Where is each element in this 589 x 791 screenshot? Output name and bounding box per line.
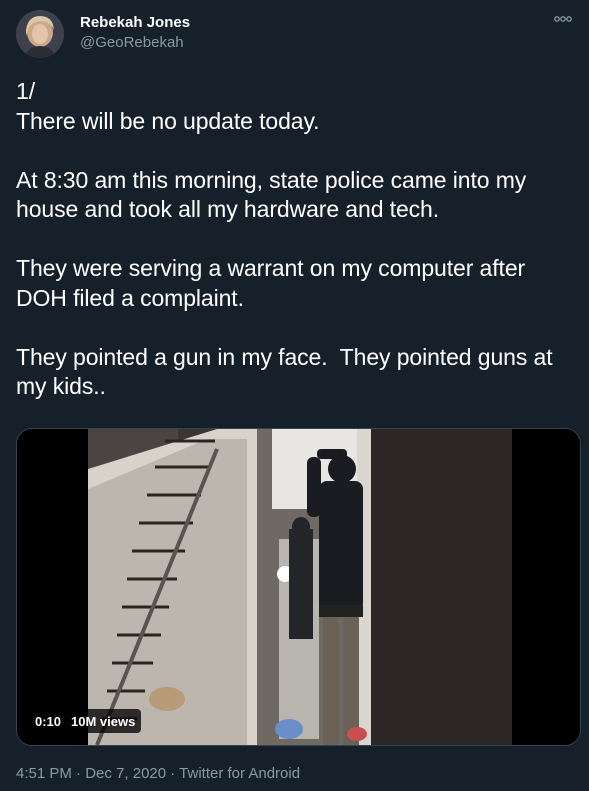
video-views: 10M views	[71, 713, 136, 729]
tweet-date[interactable]: Dec 7, 2020	[85, 765, 166, 782]
tweet-source[interactable]: Twitter for Android	[179, 765, 300, 782]
more-options-icon[interactable]	[553, 12, 573, 26]
video-player[interactable]: 0:10 10M views	[16, 428, 581, 746]
author-handle[interactable]: @GeoRebekah	[80, 33, 190, 53]
video-info-badge: 0:10 10M views	[29, 709, 142, 733]
avatar-photo	[16, 10, 64, 58]
tweet-text: 1/ There will be no update today. At 8:3…	[16, 78, 553, 399]
video-duration: 0:10	[35, 713, 62, 729]
tweet: Rebekah Jones @GeoRebekah 1/ There will …	[0, 0, 589, 791]
meta-separator: ·	[166, 765, 180, 782]
video-frame	[17, 429, 580, 745]
tweet-time[interactable]: 4:51 PM	[16, 765, 72, 782]
meta-separator: ·	[71, 765, 86, 782]
tweet-header: Rebekah Jones @GeoRebekah	[16, 10, 573, 58]
author-names: Rebekah Jones @GeoRebekah	[80, 13, 190, 53]
author-display-name[interactable]: Rebekah Jones	[80, 13, 190, 33]
tweet-meta: 4:51 PM · Dec 7, 2020 · Twitter for Andr…	[16, 764, 300, 784]
avatar[interactable]	[16, 10, 64, 58]
